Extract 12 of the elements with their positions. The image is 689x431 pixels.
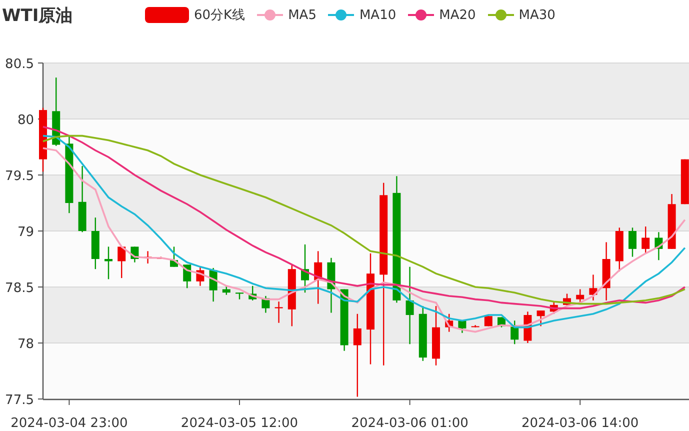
axis-label: 77.5 — [5, 393, 34, 408]
axis-label: 2024-03-05 12:00 — [180, 416, 298, 431]
axis-label: 80 — [17, 113, 34, 128]
axis-label: 2024-03-04 23:00 — [10, 416, 128, 431]
axis-label: 78 — [17, 337, 34, 352]
axis-label: 79.5 — [5, 169, 34, 184]
axis-label: 2024-03-06 01:00 — [351, 416, 468, 431]
chart-title: WTI原油 — [2, 4, 74, 26]
axis-label: 78.5 — [5, 281, 34, 296]
axis-label: 79 — [17, 225, 34, 240]
axis-label: 2024-03-06 14:00 — [522, 416, 639, 431]
axis-label: 80.5 — [5, 57, 34, 72]
